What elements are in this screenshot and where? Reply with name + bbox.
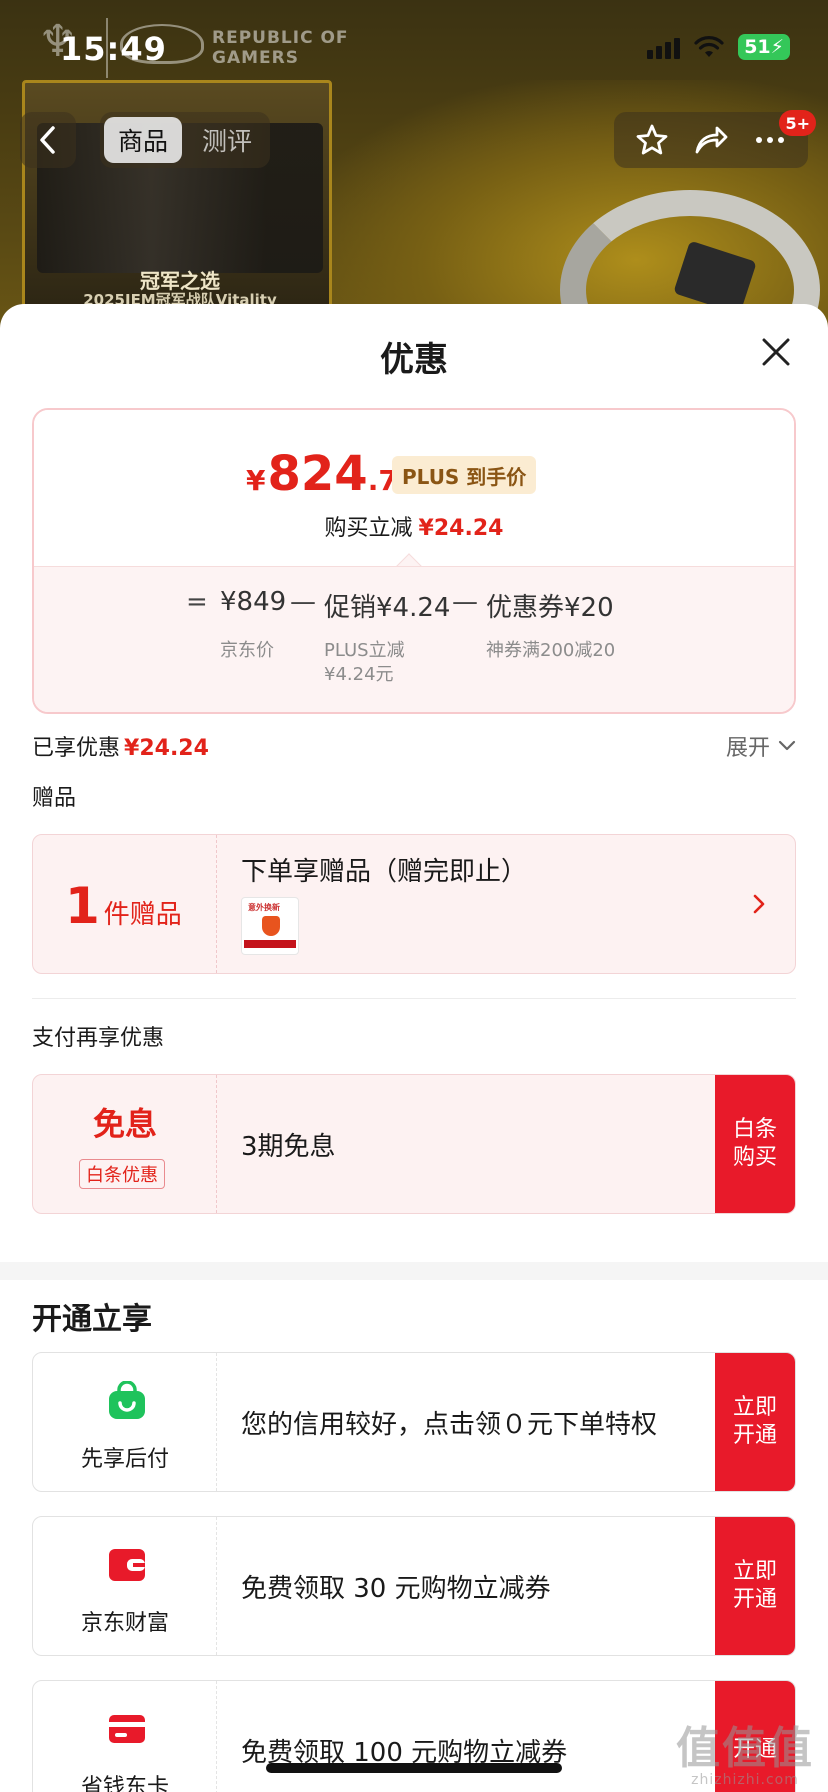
price-breakdown-card: ¥ 824 .76 PLUS 到手价 购买立减¥24.24 = ¥849 京东价… xyxy=(32,408,796,714)
gift-card[interactable]: 1 件赠品 下单享赠品（赠完即止） 意外换新 xyxy=(32,834,796,974)
home-indicator[interactable] xyxy=(266,1763,562,1773)
open-section-title: 开通立享 xyxy=(32,1302,152,1337)
back-button[interactable] xyxy=(20,112,76,168)
battery-indicator: 51 ⚡ xyxy=(738,34,790,60)
status-icons: 51 ⚡ xyxy=(647,34,790,60)
gift-unit: 件赠品 xyxy=(103,900,182,930)
service-card-jdwealth: 京东财富 免费领取 30 元购物立减券 立即开通 xyxy=(32,1516,796,1656)
reduce-line: 购买立减 ¥24.24 xyxy=(324,516,504,541)
section-divider xyxy=(32,998,796,999)
service-text: 免费领取 100 元购物立减券 xyxy=(241,1737,568,1768)
section-gap xyxy=(0,1262,828,1280)
minus-sign-2: — xyxy=(452,587,478,617)
baitiao-buy-button[interactable]: 白条购买 xyxy=(715,1075,795,1213)
chevron-right-icon xyxy=(753,894,765,914)
coupon-amount: 优惠券¥20 xyxy=(486,593,614,623)
wifi-icon xyxy=(694,36,724,57)
expand-button[interactable]: 展开 xyxy=(726,730,796,762)
service-name: 省钱东卡 xyxy=(80,1775,169,1792)
wallet-icon xyxy=(109,1549,145,1581)
minus-sign: — xyxy=(290,587,316,617)
product-tabs: 商品 测评 xyxy=(100,112,271,168)
service-text: 您的信用较好，点击领０元下单特权 xyxy=(241,1409,658,1440)
gift-count-box: 1 件赠品 xyxy=(33,835,217,973)
jd-price: ¥849 xyxy=(220,587,287,617)
pay-section-label: 支付再享优惠 xyxy=(32,1026,165,1051)
promo-detail: PLUS立减 ¥4.24元 xyxy=(324,640,405,685)
favorite-star-icon[interactable] xyxy=(634,122,670,158)
shield-icon xyxy=(262,916,280,936)
chevron-down-icon xyxy=(778,740,796,751)
service-card-xianxiang: 先享后付 您的信用较好，点击领０元下单特权 立即开通 xyxy=(32,1352,796,1492)
sheet-title: 优惠 xyxy=(380,340,448,380)
open-now-button[interactable]: 立即开通 xyxy=(715,1517,795,1655)
price-calculation: = ¥849 京东价 — 促销¥4.24 PLUS立减 ¥4.24元 — 优惠券… xyxy=(34,566,794,712)
site-watermark: 值值值 zhizhizhi.com xyxy=(676,1723,814,1788)
plus-price-tag: PLUS 到手价 xyxy=(392,456,537,494)
tab-review[interactable]: 测评 xyxy=(188,117,266,163)
shopping-bag-icon xyxy=(109,1381,145,1419)
enjoyed-discount: 已享优惠 ¥24.24 xyxy=(32,736,209,761)
gift-thumbnail: 意外换新 xyxy=(241,897,299,955)
rog-brand-text: REPUBLIC OF GAMERS xyxy=(212,28,349,68)
service-name: 京东财富 xyxy=(80,1611,169,1636)
gift-title: 下单享赠品（赠完即止） xyxy=(241,857,528,887)
tab-product[interactable]: 商品 xyxy=(104,117,183,163)
close-icon[interactable] xyxy=(758,334,794,370)
installment-card: 免息 白条优惠 3期免息 白条购买 xyxy=(32,1074,796,1214)
promo-amount: 促销¥4.24 xyxy=(324,593,451,623)
installment-text: 3期免息 xyxy=(241,1131,336,1162)
discount-sheet: 优惠 ¥ 824 .76 PLUS 到手价 购买立减¥24.24 = ¥849 … xyxy=(0,304,828,1792)
share-icon[interactable] xyxy=(693,122,729,158)
coupon-detail: 神券满200减20 xyxy=(486,640,616,661)
baitiao-tag: 白条优惠 xyxy=(79,1159,165,1189)
message-count-badge: 5+ xyxy=(779,110,816,136)
equals-sign: = xyxy=(186,587,208,617)
interest-free-title: 免息 xyxy=(92,1105,157,1143)
jd-price-label: 京东价 xyxy=(220,640,274,661)
service-text: 免费领取 30 元购物立减券 xyxy=(241,1573,551,1604)
open-now-button[interactable]: 立即开通 xyxy=(715,1353,795,1491)
gift-section-label: 赠品 xyxy=(32,786,77,811)
charging-icon: ⚡ xyxy=(770,36,784,58)
card-icon xyxy=(109,1715,145,1743)
status-time: 15:49 xyxy=(60,30,167,68)
cellular-signal-icon xyxy=(647,35,681,59)
gift-count: 1 xyxy=(65,877,100,935)
service-name: 先享后付 xyxy=(80,1447,169,1472)
chevron-left-icon xyxy=(40,126,55,154)
